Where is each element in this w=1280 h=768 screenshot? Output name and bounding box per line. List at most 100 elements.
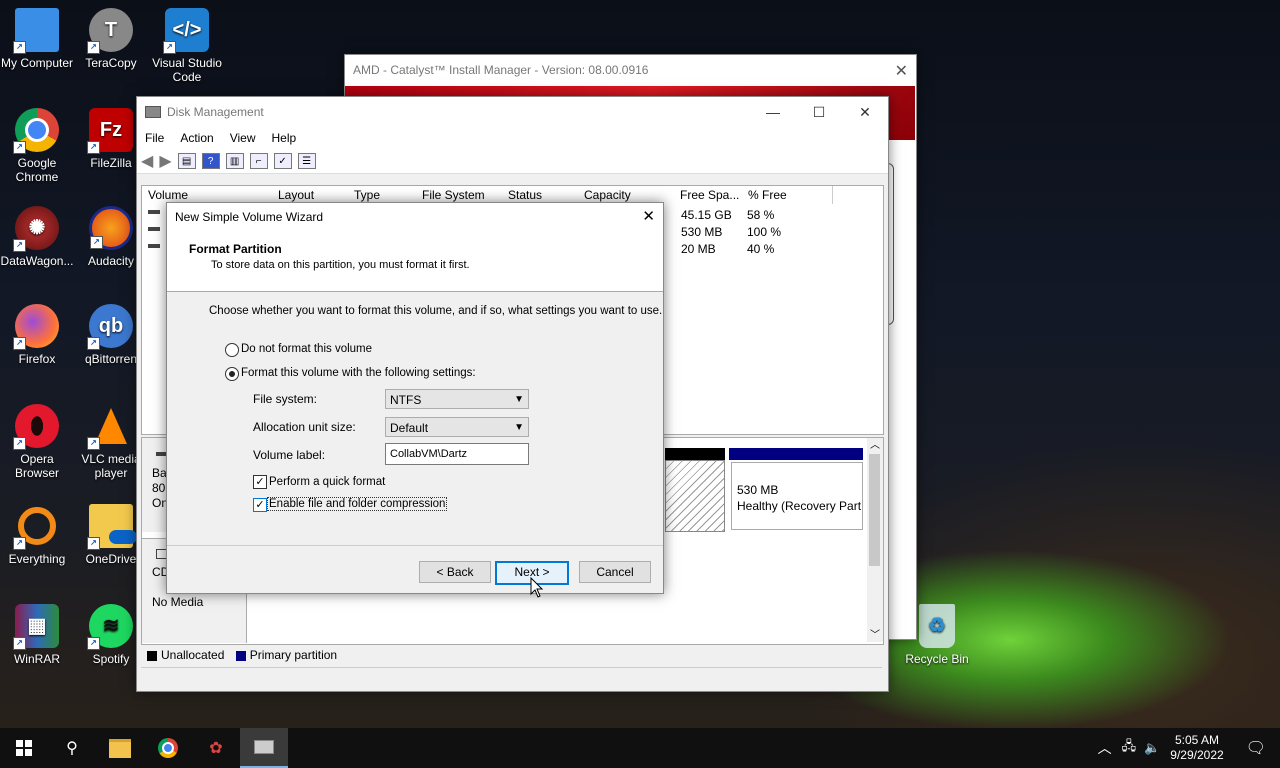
filezilla-icon: Fz ↗ [87, 108, 133, 154]
unallocated-region[interactable] [665, 460, 725, 532]
checkbox[interactable]: ✓ [253, 498, 267, 512]
forward-arrow-icon[interactable]: ▶ [159, 151, 171, 171]
start-button[interactable] [0, 728, 48, 768]
amd-title-bar: AMD - Catalyst™ Install Manager - Versio… [345, 55, 916, 85]
checkbox[interactable]: ✓ [253, 475, 267, 489]
notification-icon[interactable]: 🗨 [1246, 738, 1266, 758]
radio-button[interactable] [225, 343, 239, 357]
icon-label: Google Chrome [15, 156, 59, 184]
allocation-unit-label: Allocation unit size: [253, 420, 356, 434]
percent-free-value: 100 % [747, 225, 782, 239]
close-button[interactable]: ✕ [642, 207, 655, 225]
icon-label: VLC media player [81, 452, 141, 480]
desktop-icon-everything[interactable]: ↗ Everything [0, 504, 74, 566]
col-percent-free[interactable]: % Free [742, 186, 833, 204]
maximize-button[interactable]: ☐ [796, 97, 842, 127]
icon-label: FileZilla [90, 156, 132, 170]
search-icon: ⚲ [66, 740, 78, 757]
quick-format-label[interactable]: Perform a quick format [269, 476, 385, 488]
menu-action[interactable]: Action [172, 131, 221, 145]
scroll-up-icon[interactable]: ︿ [870, 436, 880, 451]
menu-file[interactable]: File [137, 131, 172, 145]
icon-label: Everything [8, 552, 66, 566]
radio-button[interactable] [225, 367, 239, 381]
vscode-icon: </> ↗ [163, 8, 209, 54]
new-simple-volume-wizard[interactable]: New Simple Volume Wizard ✕ Format Partit… [166, 202, 664, 594]
taskbar: ⚲ ✿ ︿ 🖧 🔈 5:05 AM 9/29/2022 🗨 [0, 728, 1280, 768]
back-arrow-icon[interactable]: ◀ [141, 151, 153, 171]
col-free-space[interactable]: Free Spa... [674, 186, 743, 204]
compression-label[interactable]: Enable file and folder compression [266, 497, 448, 511]
do-not-format-label[interactable]: Do not format this volume [241, 343, 372, 355]
scroll-thumb[interactable] [869, 454, 880, 566]
window-title: Disk Management [167, 105, 264, 119]
primary-swatch [235, 650, 246, 661]
disk-management-icon [145, 106, 161, 118]
taskbar-chrome[interactable] [144, 728, 192, 768]
icon-label: Firefox [18, 352, 56, 366]
allocation-unit-select[interactable]: Default ▼ [385, 417, 529, 437]
disk-management-icon [254, 740, 274, 754]
cancel-button[interactable]: Cancel [579, 561, 651, 583]
teracopy-icon: T ↗ [87, 8, 133, 54]
desktop-icon-firefox[interactable]: ↗ Firefox [0, 304, 74, 366]
status-bar [141, 667, 882, 688]
icon-label: Visual Studio Code [152, 56, 222, 84]
recovery-partition[interactable]: 530 MB Healthy (Recovery Part [731, 462, 863, 530]
taskbar-file-explorer[interactable] [96, 728, 144, 768]
network-icon[interactable]: 🖧 [1122, 737, 1137, 759]
opera-icon: ↗ [13, 404, 59, 450]
menu-view[interactable]: View [222, 131, 264, 145]
back-button[interactable]: < Back [419, 561, 491, 583]
free-space-value: 20 MB [681, 242, 716, 256]
onedrive-icon: ↗ [87, 504, 137, 550]
free-space-value: 45.15 GB [681, 208, 732, 222]
taskbar-app[interactable]: ✿ [192, 728, 240, 768]
chrome-icon: ↗ [13, 108, 59, 154]
percent-free-value: 58 % [747, 208, 775, 222]
format-volume-label[interactable]: Format this volume with the following se… [241, 367, 476, 379]
icon-label: TeraCopy [85, 56, 137, 70]
volume-label-value: CollabVM\Dartz [390, 448, 468, 460]
minimize-button[interactable]: — [750, 97, 796, 127]
mouse-cursor-icon [530, 577, 544, 598]
volume-icon[interactable]: 🔈 [1144, 740, 1160, 756]
settings-icon[interactable]: ☰ [297, 153, 316, 169]
check-icon[interactable]: ✓ [273, 153, 292, 169]
desktop-icon-chrome[interactable]: ↗ Google Chrome [0, 108, 74, 184]
desktop-icon-datawagon[interactable]: ✺ ↗ DataWagon... [0, 206, 74, 268]
desktop-icon-teracopy[interactable]: T ↗ TeraCopy [74, 8, 148, 70]
desktop-icon-winrar[interactable]: ▦ ↗ WinRAR [0, 604, 74, 666]
volume-label-input[interactable]: CollabVM\Dartz [385, 443, 529, 465]
app-icon: ✿ [209, 740, 223, 757]
volume-label-label: Volume label: [253, 448, 326, 462]
close-icon[interactable]: ✕ [895, 61, 908, 81]
wizard-title: New Simple Volume Wizard [175, 210, 324, 224]
desktop-icon-vscode[interactable]: </> ↗ Visual Studio Code [150, 8, 224, 84]
unallocated-swatch [147, 650, 157, 661]
list-view-icon[interactable]: ▤ [177, 153, 196, 169]
file-system-select[interactable]: NTFS ▼ [385, 389, 529, 409]
icon-label: Opera Browser [14, 452, 59, 480]
help-icon[interactable]: ? [201, 153, 220, 169]
chevron-up-icon[interactable]: ︿ [1098, 738, 1112, 758]
desktop-icon-my-computer[interactable]: ↗ My Computer [0, 8, 74, 70]
clock[interactable]: 5:05 AM 9/29/2022 [1170, 733, 1223, 763]
no-media-label: No Media [152, 595, 204, 609]
primary-partition-bar [729, 448, 863, 460]
drive-icon [148, 227, 160, 231]
properties-icon[interactable]: ▥ [225, 153, 244, 169]
close-button[interactable]: ✕ [842, 97, 888, 127]
chevron-down-icon: ▼ [514, 422, 524, 433]
connect-icon[interactable]: ⌐ [249, 153, 268, 169]
folder-icon [109, 738, 131, 758]
vertical-scrollbar[interactable]: ︿ ﹀ [867, 438, 883, 642]
clock-time: 5:05 AM [1174, 733, 1219, 747]
firefox-icon: ↗ [13, 304, 59, 350]
desktop-icon-opera[interactable]: ↗ Opera Browser [0, 404, 74, 480]
search-button[interactable]: ⚲ [48, 728, 96, 768]
audacity-icon: ↗ [89, 206, 133, 250]
scroll-down-icon[interactable]: ﹀ [870, 626, 880, 641]
taskbar-disk-management[interactable] [240, 728, 288, 768]
menu-help[interactable]: Help [264, 131, 305, 145]
